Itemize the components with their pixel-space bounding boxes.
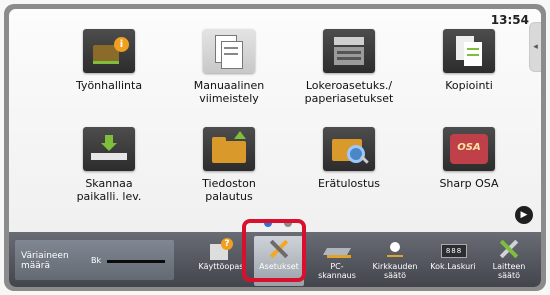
file-retrieve-icon	[203, 127, 255, 171]
next-page-button[interactable]: ▶	[515, 206, 533, 224]
button-label: Käyttöopas	[198, 262, 244, 271]
manual-button[interactable]: ? Käyttöopas	[196, 236, 246, 286]
side-panel-tab[interactable]: ◂	[529, 22, 541, 72]
sharp-osa-icon: OSA	[443, 127, 495, 171]
tile-label: Lokeroasetuks./ paperiasetukset	[304, 79, 394, 105]
tile-label: Työnhallinta	[75, 79, 143, 92]
manual-icon: ?	[207, 238, 235, 260]
job-status-icon: i	[83, 29, 135, 73]
total-count-icon: 888	[439, 238, 467, 260]
toner-level-bar	[107, 260, 165, 263]
button-label: PC-skannaus	[318, 262, 356, 280]
tile-label: Erätulostus	[317, 177, 381, 190]
tile-tray-settings[interactable]: Lokeroasetuks./ paperiasetukset	[294, 29, 404, 105]
toner-color-label: Bk	[91, 256, 102, 265]
batch-print-icon	[323, 127, 375, 171]
device-settings-icon	[495, 238, 523, 260]
tray-settings-icon	[323, 29, 375, 73]
scan-local-drive-icon	[83, 127, 135, 171]
tile-job-status[interactable]: i Työnhallinta	[54, 29, 164, 92]
tile-label: Manuaalinen viimeistely	[193, 79, 265, 105]
button-label: Kok.Laskuri	[430, 262, 476, 271]
toner-level-panel: Väriaineen määrä Bk	[15, 240, 174, 280]
tile-label: Sharp OSA	[439, 177, 499, 190]
tile-sharp-osa[interactable]: OSA Sharp OSA	[414, 127, 524, 190]
pc-scan-button[interactable]: PC-skannaus	[312, 236, 362, 286]
tile-label: Tiedoston palautus	[202, 177, 256, 203]
total-count-button[interactable]: 888 Kok.Laskuri	[428, 236, 478, 286]
toner-label: Väriaineen määrä	[21, 251, 69, 271]
clock: 13:54	[490, 13, 529, 27]
button-label: Laitteen säätö	[492, 262, 526, 280]
pc-scan-icon	[322, 238, 352, 260]
copy-icon	[443, 29, 495, 73]
tile-label: Kopiointi	[445, 79, 493, 92]
brightness-button[interactable]: Kirkkauden säätö	[370, 236, 420, 286]
tile-batch-print[interactable]: Erätulostus	[294, 127, 404, 190]
brightness-icon	[381, 238, 409, 260]
tile-file-retrieve[interactable]: Tiedoston palautus	[174, 127, 284, 203]
home-screen: 13:54 ◂ i Työnhallinta Manuaalinen viime…	[9, 9, 541, 232]
tile-scan-local-drive[interactable]: Skannaa paikalli. lev.	[54, 127, 164, 203]
tile-label: Skannaa paikalli. lev.	[76, 177, 142, 203]
settings-highlight-callout	[242, 219, 306, 282]
tile-copy[interactable]: Kopiointi	[414, 29, 524, 92]
manual-finishing-icon	[203, 29, 255, 73]
tile-manual-finishing[interactable]: Manuaalinen viimeistely	[174, 29, 284, 105]
button-label: Kirkkauden säätö	[372, 262, 418, 280]
device-settings-button[interactable]: Laitteen säätö	[484, 236, 534, 286]
